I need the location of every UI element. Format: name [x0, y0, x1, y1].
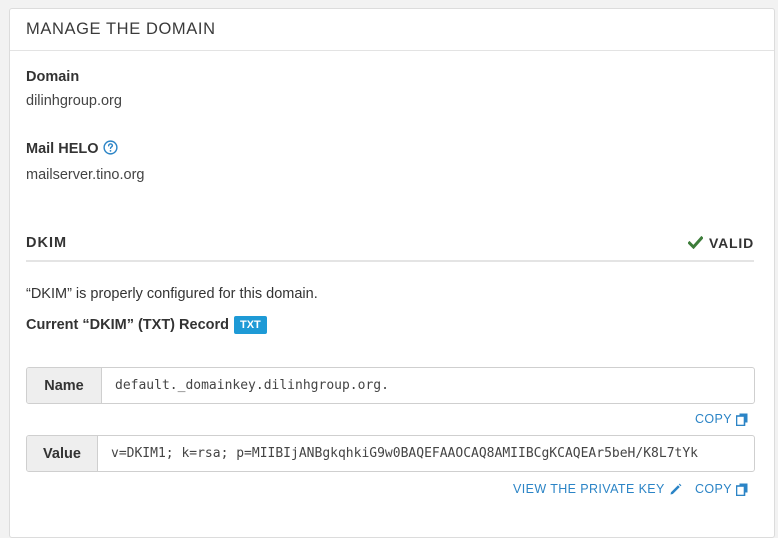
copy-value-label: COPY: [695, 482, 733, 496]
copy-icon: [736, 413, 748, 426]
mail-helo-label-row: Mail HELO: [26, 140, 144, 159]
dkim-header: DKIM VALID: [26, 235, 754, 262]
dkim-title: DKIM: [26, 235, 68, 251]
copy-name-label: COPY: [695, 412, 733, 426]
dkim-status: VALID: [688, 235, 754, 260]
checkmark-icon: [688, 236, 704, 249]
domain-label: Domain: [26, 69, 80, 85]
dkim-name-field: Name default._domainkey.dilinhgroup.org.: [26, 367, 755, 404]
dkim-status-text: VALID: [709, 235, 754, 251]
dkim-record-label: Current “DKIM” (TXT) Record: [26, 317, 229, 333]
mail-helo-label: Mail HELO: [26, 141, 99, 157]
txt-badge: TXT: [234, 316, 267, 334]
view-private-key-label: VIEW THE PRIVATE KEY: [513, 482, 665, 496]
dkim-value-field: Value v=DKIM1; k=rsa; p=MIIBIjANBgkqhkiG…: [26, 435, 755, 472]
dkim-record-heading: Current “DKIM” (TXT) Record TXT: [26, 316, 267, 334]
domain-section: Domain dilinhgroup.org: [26, 69, 122, 109]
manage-domain-panel: MANAGE THE DOMAIN Domain dilinhgroup.org…: [9, 8, 775, 538]
pencil-icon: [670, 483, 682, 494]
value-field-label: Value: [27, 436, 98, 471]
domain-value: dilinhgroup.org: [26, 93, 122, 109]
name-field-label: Name: [27, 368, 102, 403]
mail-helo-section: Mail HELO mailserver.tino.org: [26, 140, 144, 183]
question-circle-icon[interactable]: [102, 140, 118, 159]
view-private-key-button[interactable]: VIEW THE PRIVATE KEY: [513, 482, 682, 496]
name-field-input[interactable]: default._domainkey.dilinhgroup.org.: [102, 368, 754, 403]
copy-value-button[interactable]: COPY: [695, 482, 748, 496]
panel-title: MANAGE THE DOMAIN: [26, 20, 216, 38]
mail-helo-value: mailserver.tino.org: [26, 167, 145, 183]
copy-name-button[interactable]: COPY: [695, 412, 748, 426]
panel-header: MANAGE THE DOMAIN: [10, 9, 774, 51]
dkim-description: “DKIM” is properly configured for this d…: [26, 286, 318, 302]
copy-icon: [736, 483, 748, 496]
value-field-input[interactable]: v=DKIM1; k=rsa; p=MIIBIjANBgkqhkiG9w0BAQ…: [98, 436, 754, 471]
